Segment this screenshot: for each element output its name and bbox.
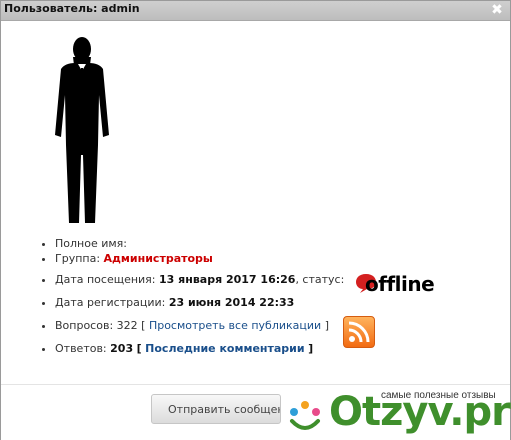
full-name-label: Полное имя: [55,237,127,250]
profile-info-list: Полное имя: Группа: Администраторы Дата … [37,237,344,355]
rss-icon[interactable] [343,316,375,348]
dialog-title: Пользователь: admin [4,2,140,15]
send-message-button[interactable]: Отправить сообщение [151,394,281,424]
user-avatar [55,37,109,223]
user-profile-dialog: Пользователь: admin ✖ Полное имя: Группа… [0,0,511,440]
bracket-close: ] [324,319,329,332]
bracket-close: ] [308,342,314,355]
watermark-logo-icon [290,401,320,430]
answers-label: Ответов: [55,342,107,355]
latest-comments-link[interactable]: Последние комментарии [145,342,304,355]
dialog-titlebar[interactable]: Пользователь: admin ✖ [1,1,510,21]
bracket-open: [ [141,319,146,332]
answers-item: Ответов: 203 [ Последние комментарии ] [55,342,344,355]
group-label: Группа: [55,252,101,265]
last-visit-label: Дата посещения: [55,273,156,286]
answers-value: 203 [110,342,134,355]
last-visit-item: Дата посещения: 13 января 2017 16:26, ст… [55,273,344,286]
questions-label: Вопросов: 322 [55,319,138,332]
registration-value: 23 июня 2014 22:33 [168,296,295,309]
status-indicator: offline [355,271,445,297]
watermark-brand: Otzyv.pro [329,389,511,435]
close-icon[interactable]: ✖ [490,1,504,19]
registration-label: Дата регистрации: [55,296,166,309]
status-label: , статус: [295,273,345,286]
status-value: offline [365,272,435,296]
group-item: Группа: Администраторы [55,252,344,265]
questions-item: Вопросов: 322 [ Просмотреть все публикац… [55,319,344,332]
rss-glyph [348,321,370,343]
last-visit-value: 13 января 2017 16:26 [159,273,296,286]
full-name-item: Полное имя: [55,237,344,250]
group-value: Администраторы [103,252,213,265]
bracket-open: [ [136,342,142,355]
view-all-publications-link[interactable]: Просмотреть все публикации [149,319,321,332]
registration-item: Дата регистрации: 23 июня 2014 22:33 [55,296,344,309]
